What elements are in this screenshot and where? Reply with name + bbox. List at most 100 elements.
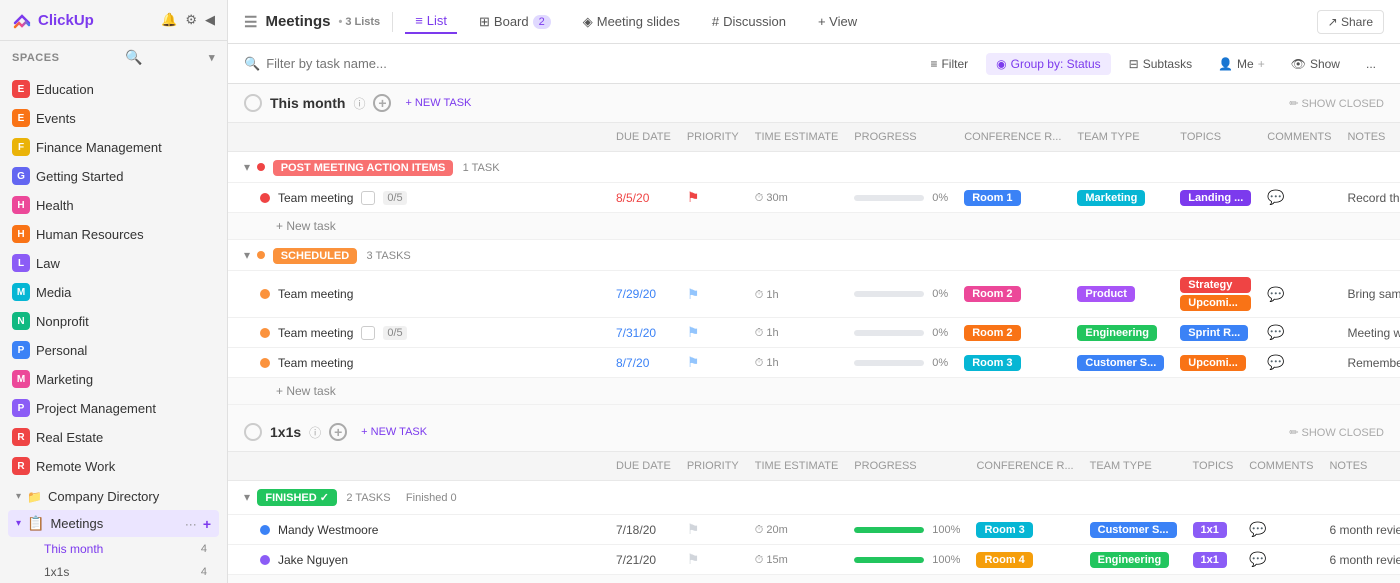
progress-cell: 100% [846, 545, 968, 575]
col-progress: PROGRESS [846, 123, 956, 152]
col-name [228, 123, 608, 152]
group-expand-icon-scheduled[interactable]: ▾ [244, 248, 250, 262]
task-name-cell: Mandy Westmoore [228, 515, 608, 545]
meetings-add-icon[interactable]: + [203, 516, 211, 532]
sidebar-item-label: Law [36, 256, 60, 271]
task-checkbox[interactable] [361, 191, 375, 205]
room-tag: Room 3 [976, 522, 1032, 538]
show-closed-btn[interactable]: ✏ SHOW CLOSED [1289, 97, 1384, 110]
task-dot [260, 525, 270, 535]
meetings-sub-this-month[interactable]: This month 4 [36, 538, 219, 560]
group-row-post-meeting: ▾ POST MEETING ACTION ITEMS 1 TASK [228, 152, 1400, 183]
tab-list[interactable]: ≡ List [405, 9, 457, 34]
share-button[interactable]: ↗ Share [1317, 10, 1384, 34]
meetings-sub-1x1s[interactable]: 1x1s 4 [36, 561, 219, 583]
show-closed-btn-1x1s[interactable]: ✏ SHOW CLOSED [1289, 426, 1384, 439]
group-header-cell-post-meeting: ▾ POST MEETING ACTION ITEMS 1 TASK [228, 152, 1400, 183]
task-checkbox[interactable] [361, 326, 375, 340]
me-button[interactable]: 👤 Me + [1210, 53, 1273, 75]
group-expand-icon-finished[interactable]: ▾ [244, 490, 250, 504]
sidebar-item-health[interactable]: H Health [4, 191, 223, 219]
search-icon[interactable]: 🔍 [125, 49, 143, 66]
collapse-icon[interactable]: ◀ [205, 12, 215, 28]
sidebar-item-icon-events: E [12, 109, 30, 127]
task-name-cell: Team meeting [228, 271, 608, 318]
progress-cell: 0% [846, 271, 956, 318]
sidebar-item-marketing[interactable]: M Marketing [4, 365, 223, 393]
expand-icon[interactable]: ▾ [16, 491, 21, 502]
meetings-more-icon[interactable]: ··· [185, 517, 197, 531]
topics-cell: 1x1 [1185, 545, 1242, 575]
add-section-button[interactable]: + [373, 94, 391, 112]
team-type-cell: Customer S... [1082, 515, 1185, 545]
1x1s-title: 1x1s [270, 424, 301, 440]
main-content: ☰ Meetings • 3 Lists ≡ List ⊞ Board 2 ◈ … [228, 0, 1400, 583]
sidebar-item-nonprofit[interactable]: N Nonprofit [4, 307, 223, 335]
new-task-btn-1x1s[interactable]: + NEW TASK [355, 424, 433, 440]
group-expand-icon[interactable]: ▾ [244, 160, 250, 174]
comment-icon[interactable]: 💬 [1267, 354, 1284, 370]
tab-meeting-slides[interactable]: ◈ Meeting slides [573, 10, 690, 34]
section-status-icon-1x1s [244, 423, 262, 441]
new-task-link-scheduled[interactable]: + New task [276, 384, 336, 398]
topics-cell: Upcomi... [1172, 348, 1259, 378]
slides-icon: ◈ [583, 14, 593, 30]
conference-room-cell: Room 4 [968, 545, 1081, 575]
sidebar-item-education[interactable]: E Education [4, 75, 223, 103]
subtasks-button[interactable]: ⊟ Subtasks [1121, 53, 1200, 75]
tab-add-view[interactable]: + View [808, 10, 867, 33]
meetings-sub-items: This month 4 1x1s 4 Upcoming topics 3 [4, 538, 223, 583]
group-header-cell-finished: ▾ FINISHED ✓ 2 TASKS Finished 0 [228, 481, 1400, 515]
sidebar-header-icons: 🔔 ⚙ ◀ [161, 12, 215, 28]
col-notes-1x1s: NOTES [1321, 452, 1400, 481]
sidebar-item-finance[interactable]: F Finance Management [4, 133, 223, 161]
topics-cell: Sprint R... [1172, 318, 1259, 348]
comment-icon[interactable]: 💬 [1249, 521, 1266, 537]
section-status-icon [244, 94, 262, 112]
meetings-nav-item[interactable]: ▾ 📋 Meetings ··· + [8, 510, 219, 537]
add-1x1s-section-button[interactable]: + [329, 423, 347, 441]
task-name-cell: Team meeting 0/5 [228, 183, 608, 213]
comment-icon[interactable]: 💬 [1267, 286, 1284, 302]
new-task-btn[interactable]: + NEW TASK [399, 95, 477, 111]
new-task-link[interactable]: + New task [276, 219, 336, 233]
comment-icon[interactable]: 💬 [1267, 189, 1284, 205]
filter-button[interactable]: ≡ Filter [922, 53, 976, 75]
search-input[interactable] [266, 56, 466, 71]
more-options-button[interactable]: ... [1358, 53, 1384, 75]
room-tag: Room 2 [964, 286, 1020, 302]
scheduled-task-count: 3 TASKS [367, 250, 411, 262]
show-button[interactable]: 👁 Show [1283, 53, 1348, 75]
sidebar-item-human-resources[interactable]: H Human Resources [4, 220, 223, 248]
sidebar-item-personal[interactable]: P Personal [4, 336, 223, 364]
bell-icon[interactable]: 🔔 [161, 12, 177, 28]
post-meeting-task-count: 1 TASK [463, 162, 500, 174]
sidebar-item-getting-started[interactable]: G Getting Started [4, 162, 223, 190]
sidebar-item-icon-finance: F [12, 138, 30, 156]
sidebar-item-remote-work[interactable]: R Remote Work [4, 452, 223, 480]
chevron-down-icon[interactable]: ▾ [209, 51, 215, 64]
sidebar-item-law[interactable]: L Law [4, 249, 223, 277]
time-estimate-cell: ⏱ 1h [747, 271, 847, 318]
tab-discussion[interactable]: # Discussion [702, 10, 796, 33]
group-row-scheduled: ▾ SCHEDULED 3 TASKS [228, 240, 1400, 271]
1x1s-table: DUE DATE PRIORITY TIME ESTIMATE PROGRESS… [228, 451, 1400, 583]
col-topics-1x1s: TOPICS [1185, 452, 1242, 481]
page-icon: ☰ [244, 13, 257, 31]
comment-icon[interactable]: 💬 [1267, 324, 1284, 340]
info-icon: ⓘ [353, 95, 365, 112]
group-by-button[interactable]: ◉ Group by: Status [986, 53, 1111, 75]
sidebar-item-media[interactable]: M Media [4, 278, 223, 306]
comment-icon[interactable]: 💬 [1249, 551, 1266, 567]
table-row: Jake Nguyen 7/21/20 ⚑ ⏱ 15m 100% Ro [228, 545, 1400, 575]
table-row: Team meeting 7/29/20 ⚑ ⏱ 1h 0% Room [228, 271, 1400, 318]
1x1s-section: 1x1s ⓘ + + NEW TASK ✏ SHOW CLOSED DUE DA… [228, 413, 1400, 583]
1x1s-label: 1x1s [44, 565, 69, 579]
gear-icon[interactable]: ⚙ [185, 12, 197, 28]
this-month-label: This month [44, 542, 103, 556]
sidebar-item-events[interactable]: E Events [4, 104, 223, 132]
sidebar-item-real-estate[interactable]: R Real Estate [4, 423, 223, 451]
tab-board[interactable]: ⊞ Board 2 [469, 10, 561, 34]
sidebar-item-project-management[interactable]: P Project Management [4, 394, 223, 422]
1x1s-header-row: DUE DATE PRIORITY TIME ESTIMATE PROGRESS… [228, 452, 1400, 481]
